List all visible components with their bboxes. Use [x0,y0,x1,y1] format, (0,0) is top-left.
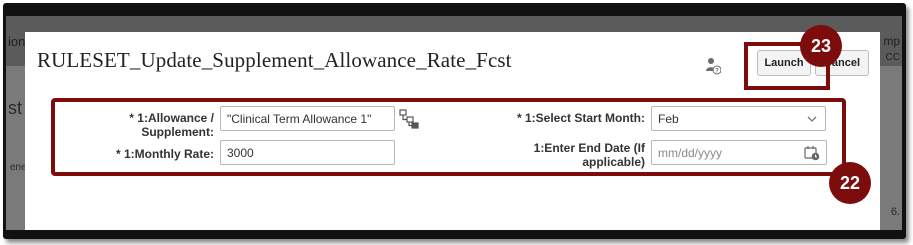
step-badge-23: 23 [800,25,842,67]
allowance-label: * 1:Allowance / Supplement: [129,111,214,139]
end-date-input[interactable]: mm/dd/yyyy [651,140,827,165]
start-month-label: * 1:Select Start Month: [516,111,645,125]
allowance-input[interactable]: "Clinical Term Allowance 1" [220,106,395,131]
background-text: ion [8,34,26,49]
svg-text:?: ? [715,69,719,75]
background-text: CC [885,52,900,63]
monthly-rate-input[interactable]: 3000 [220,140,395,165]
hierarchy-tree-icon[interactable] [399,109,419,129]
calendar-icon[interactable] [804,145,820,161]
start-month-value: Feb [658,111,679,126]
monthly-rate-label: * 1:Monthly Rate: [115,147,214,161]
background-text: st [8,98,23,118]
user-help-icon[interactable]: ? [705,57,721,75]
end-date-placeholder: mm/dd/yyyy [658,145,723,160]
background-text: 6. [890,206,900,218]
background-text: mp [883,34,900,48]
chevron-down-icon [807,116,817,122]
end-date-label: 1:Enter End Date (If applicable) [533,141,645,169]
step-badge-22: 22 [829,162,871,204]
start-month-select[interactable]: Feb [651,106,826,131]
screenshot-frame: ion st ene mp CC 6. RULESET_Update_Suppl… [0,0,913,245]
dialog-title: RULESET_Update_Supplement_Allowance_Rate… [37,48,512,72]
